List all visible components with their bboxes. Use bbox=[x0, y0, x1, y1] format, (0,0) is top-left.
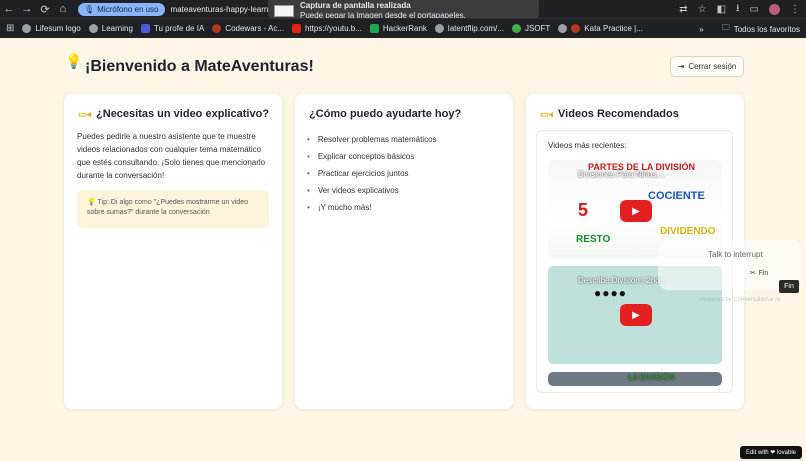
mic-in-use-pill[interactable]: 🎙 Micrófono en uso bbox=[78, 2, 165, 16]
thumbnail-text: COCIENTE bbox=[648, 190, 705, 202]
bookmarks-bar: ⊞ Lifesum logo Learning Tu profe de IA C… bbox=[0, 18, 806, 38]
toolbar-right: ⇄ ☆ ◧ ⭳ ▭ ⋮ bbox=[679, 0, 800, 18]
site-icon bbox=[140, 24, 150, 33]
bookmark-item[interactable]: https://youtu.b... bbox=[291, 24, 362, 33]
sidebar-icon[interactable]: ▭ bbox=[750, 4, 759, 15]
codewars-icon bbox=[571, 24, 581, 33]
toast-title: Captura de pantalla realizada bbox=[300, 1, 411, 10]
lovable-badge[interactable]: Edit with ❤ lovable bbox=[739, 446, 802, 459]
menu-icon[interactable]: ⋮ bbox=[790, 4, 800, 15]
video-thumbnail[interactable]: LA DIVISIÓN bbox=[548, 372, 722, 386]
forward-icon[interactable]: → bbox=[18, 0, 36, 18]
thumbnail-text: DIVIDENDO bbox=[660, 226, 716, 237]
globe-icon bbox=[22, 24, 32, 33]
translate-icon[interactable]: ⇄ bbox=[679, 4, 687, 15]
extensions-icon[interactable]: ◧ bbox=[717, 4, 726, 15]
download-icon[interactable]: ⭳ bbox=[736, 1, 740, 18]
home-icon[interactable]: ⌂ bbox=[54, 0, 72, 18]
video-title: Describe Division | 2nd... bbox=[578, 276, 667, 285]
list-item: ¡Y mucho más! bbox=[307, 199, 437, 216]
bookmark-item[interactable]: Lifesum logo bbox=[22, 24, 81, 33]
video-camera-icon: ▭◂ bbox=[78, 108, 92, 119]
list-item: Ver videos explicativos bbox=[307, 182, 437, 199]
globe-icon bbox=[88, 24, 98, 33]
avatar[interactable] bbox=[769, 3, 780, 15]
bookmark-item[interactable]: Codewars - Ac... bbox=[212, 24, 284, 33]
logout-button[interactable]: ⇥ Cerrar sesión bbox=[670, 56, 744, 77]
play-button-icon[interactable]: ▶ bbox=[620, 304, 652, 326]
page-title: ¡Bienvenido a MateAventuras! bbox=[85, 58, 314, 75]
logout-icon: ⇥ bbox=[677, 62, 685, 71]
bookmark-item[interactable]: Tu profe de IA bbox=[140, 24, 204, 33]
bookmark-item[interactable]: HackerRank bbox=[369, 24, 427, 33]
help-card: ¿Cómo puedo ayudarte hoy? Resolver probl… bbox=[295, 94, 513, 409]
end-call-icon: ✂ bbox=[749, 270, 756, 277]
youtube-icon bbox=[291, 24, 301, 33]
video-camera-icon: ▭◂ bbox=[540, 108, 554, 119]
reload-icon[interactable]: ⟳ bbox=[36, 0, 54, 18]
video-help-card: ▭◂ ¿Necesitas un video explicativo? Pued… bbox=[64, 94, 282, 409]
thumbnail-text: 5 bbox=[578, 200, 589, 220]
thumbnail-text: RESTO bbox=[576, 234, 611, 245]
list-item: Explicar conceptos básicos bbox=[307, 148, 437, 165]
list-item: Resolver problemas matemáticos bbox=[307, 131, 437, 148]
powered-by: Powered by Conversational AI bbox=[700, 297, 781, 303]
folder-icon: 🗀 bbox=[721, 23, 730, 32]
bookmark-item[interactable]: Kata Practice |... bbox=[558, 24, 643, 33]
tip-box: 💡 Tip: Di algo como "¿Puedes mostrarme u… bbox=[77, 190, 269, 228]
address-bar[interactable]: mateaventuras-happy-learning bbox=[171, 5, 280, 14]
globe-icon bbox=[434, 24, 444, 33]
video-title: Divisiones Para Niños,... bbox=[578, 170, 666, 179]
play-button-icon[interactable]: ▶ bbox=[620, 200, 652, 222]
card-title: ¿Cómo puedo ayudarte hoy? bbox=[309, 108, 462, 120]
bookmark-item[interactable]: latentflip.com/... bbox=[434, 24, 504, 33]
card-title: Videos Recomendados bbox=[558, 108, 679, 120]
video-title: LA DIVISIÓN bbox=[628, 373, 675, 382]
mic-icon: 🎙 bbox=[84, 4, 95, 14]
jsoft-icon bbox=[511, 24, 521, 33]
videos-subtitle: Videos más recientes: bbox=[548, 141, 627, 150]
fin-tooltip: Fin bbox=[779, 280, 799, 293]
globe-icon bbox=[558, 24, 568, 33]
bookmark-item[interactable]: JSOFT bbox=[511, 24, 550, 33]
back-icon[interactable]: ← bbox=[0, 0, 18, 18]
card-description: Puedes pedirle a nuestro asistente que t… bbox=[77, 132, 266, 180]
codewars-icon bbox=[212, 24, 222, 33]
list-item: Practicar ejercicios juntos bbox=[307, 165, 437, 182]
star-icon[interactable]: ☆ bbox=[698, 4, 707, 15]
bookmarks-more-icon[interactable]: » bbox=[699, 25, 703, 34]
voice-hint: Talk to interrupt bbox=[708, 250, 763, 259]
bookmark-item[interactable]: Learning bbox=[88, 24, 133, 33]
all-bookmarks-folder[interactable]: » 🗀 Todos los favoritos bbox=[699, 19, 800, 39]
screenshot-thumbnail[interactable] bbox=[274, 5, 294, 17]
card-title: ¿Necesitas un video explicativo? bbox=[96, 108, 270, 120]
help-list: Resolver problemas matemáticos Explicar … bbox=[307, 131, 437, 216]
thumbnail-dots: ●●●● bbox=[594, 286, 627, 300]
apps-grid-icon[interactable]: ⊞ bbox=[6, 23, 14, 34]
hackerrank-icon bbox=[369, 24, 379, 33]
lightbulb-icon: 💡 bbox=[65, 53, 83, 69]
